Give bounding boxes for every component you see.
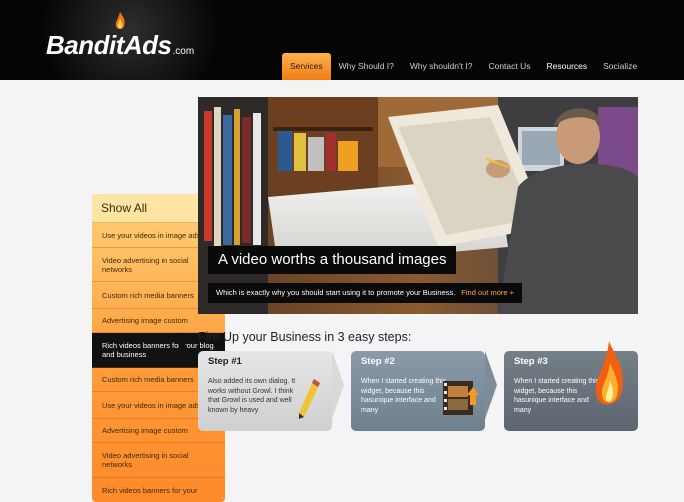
nav-resources[interactable]: Resources <box>539 53 596 80</box>
nav-contact-us[interactable]: Contact Us <box>480 53 538 80</box>
sidebar-item[interactable]: Rich videos banners for your <box>92 478 225 502</box>
nav-why-should-i[interactable]: Why Should I? <box>331 53 402 80</box>
hero-subtitle: Which is exactly why you should start us… <box>208 283 523 303</box>
pencil-icon <box>299 379 320 419</box>
brand-logo[interactable]: BanditAds.com <box>46 12 195 64</box>
nav-services[interactable]: Services <box>282 53 331 80</box>
film-strip-icon <box>443 381 479 415</box>
brand-name: BanditAds <box>46 30 172 60</box>
flame-icon <box>595 341 623 405</box>
brand-suffix: .com <box>172 46 195 57</box>
active-item-arrow <box>179 332 188 366</box>
step-card-2[interactable]: Step #2 When I started creating this wid… <box>351 351 485 431</box>
main-nav: Services Why Should I? Why shouldn't I? … <box>282 53 645 80</box>
steps-heading: Fire Up your Business in 3 easy steps: <box>198 330 412 344</box>
find-out-more-link[interactable]: Find out more + <box>461 288 514 297</box>
hero-banner[interactable] <box>198 97 638 314</box>
step-arrow <box>485 351 497 419</box>
nav-socialize[interactable]: Socialize <box>595 53 645 80</box>
hero-title: A video worths a thousand images <box>208 246 457 274</box>
hero-subtitle-text: Which is exactly why you should start us… <box>216 288 456 297</box>
step-card-1[interactable]: Step #1 Also added its own dialog. It wo… <box>198 351 332 431</box>
site-header: BanditAds.com Services Why Should I? Why… <box>0 0 684 80</box>
hero-photo <box>198 97 638 314</box>
nav-why-shouldnt-i[interactable]: Why shouldn't I? <box>402 53 481 80</box>
flame-icon <box>115 12 125 29</box>
step-title: Step #1 <box>208 356 242 367</box>
step-title: Step #2 <box>361 356 395 367</box>
category-sidebar: Show All Use your videos in image ads Vi… <box>46 97 225 502</box>
step-text: Also added its own dialog. It works with… <box>208 378 296 414</box>
step-text: When I started creating this widget, bec… <box>361 378 447 414</box>
sidebar-item[interactable]: Video advertising in social networks <box>92 443 225 478</box>
step-arrow <box>332 351 344 419</box>
